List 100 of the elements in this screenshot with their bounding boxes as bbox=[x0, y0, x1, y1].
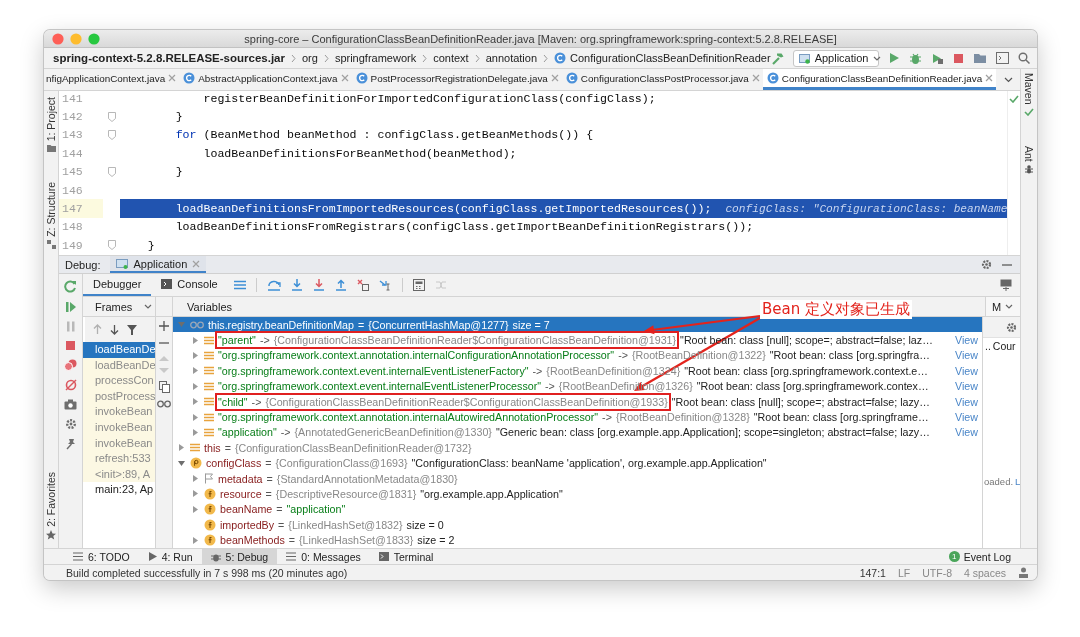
view-link[interactable]: View bbox=[951, 349, 978, 362]
tool-window-tab[interactable]: Ant bbox=[1023, 145, 1035, 162]
tool-window-tab[interactable]: Terminal bbox=[369, 549, 443, 564]
editor-tab[interactable]: nfigApplicationContext.java bbox=[44, 69, 180, 90]
run-to-cursor-icon[interactable] bbox=[378, 279, 392, 291]
expand-arrow-icon[interactable] bbox=[190, 427, 200, 437]
tool-window-tab[interactable]: Z: Structure bbox=[45, 182, 57, 238]
search-icon[interactable] bbox=[1017, 52, 1030, 64]
link[interactable]: L bbox=[1015, 476, 1020, 487]
tool-window-tab[interactable]: 0: Messages bbox=[277, 549, 370, 564]
breadcrumb[interactable]: ConfigurationClassBeanDefinitionReader bbox=[554, 52, 771, 64]
filter-icon[interactable] bbox=[127, 324, 137, 335]
variable-row[interactable]: importedBy = {LinkedHashSet@1832} size = 0 bbox=[173, 517, 982, 533]
settings-icon[interactable] bbox=[64, 418, 77, 430]
caret-icon[interactable] bbox=[1005, 304, 1014, 309]
breadcrumb[interactable]: context bbox=[433, 52, 469, 64]
expand-arrow-icon[interactable] bbox=[176, 443, 186, 453]
frame-item[interactable]: loadBeanDe bbox=[83, 342, 155, 358]
tool-window-tab[interactable]: 4: Run bbox=[138, 549, 202, 564]
hammer-icon[interactable] bbox=[770, 51, 784, 65]
frame-item[interactable]: main:23, Ap bbox=[83, 482, 155, 498]
tool-window-tab[interactable]: Event Log bbox=[963, 550, 1011, 563]
trace-icon[interactable] bbox=[434, 279, 447, 291]
editor-tab[interactable]: ConfigurationClassPostProcessor.java bbox=[561, 69, 763, 90]
variable-row[interactable]: beanMethods = {LinkedHashSet@1833} size = 2 bbox=[173, 532, 982, 548]
expand-arrow-icon[interactable] bbox=[190, 350, 200, 360]
view-link[interactable]: View bbox=[951, 334, 978, 347]
pause-icon[interactable] bbox=[65, 321, 76, 332]
calculator-icon[interactable] bbox=[412, 279, 425, 291]
collapse-arrow-icon[interactable] bbox=[176, 458, 186, 468]
variable-row[interactable]: "application" -> {AnnotatedGenericBeanDefinition@1330} "Generic bean: class [org.example.app.Application]; scope=singleton; abstract=false; lazy… View bbox=[173, 424, 982, 441]
stop-icon[interactable] bbox=[65, 340, 76, 351]
down-arrow-icon[interactable] bbox=[110, 324, 119, 335]
pin-icon[interactable] bbox=[65, 438, 76, 450]
breadcrumb[interactable]: annotation bbox=[485, 52, 538, 64]
chevron-down-icon[interactable] bbox=[1004, 76, 1014, 83]
up-arrow-icon[interactable] bbox=[93, 324, 102, 335]
tool-window-tab[interactable]: 2: Favorites bbox=[45, 472, 57, 527]
close-icon[interactable] bbox=[192, 259, 201, 268]
force-step-into-icon[interactable] bbox=[312, 279, 325, 291]
view-link[interactable]: View bbox=[951, 426, 978, 439]
maximize-button[interactable] bbox=[88, 33, 100, 45]
editor-tab[interactable]: AbstractApplicationContext.java bbox=[179, 69, 352, 90]
minimize-icon[interactable] bbox=[1002, 263, 1012, 266]
stop-icon[interactable] bbox=[952, 52, 964, 64]
view-tab[interactable]: Console bbox=[151, 274, 228, 296]
session-tab[interactable]: Application bbox=[110, 256, 207, 273]
add-icon[interactable] bbox=[159, 321, 169, 331]
bug-icon[interactable] bbox=[908, 51, 922, 65]
variable-row[interactable]: beanName = "application" bbox=[173, 501, 982, 518]
close-icon[interactable] bbox=[168, 74, 177, 82]
view-link[interactable]: View bbox=[951, 364, 978, 377]
expand-arrow-icon[interactable] bbox=[190, 381, 200, 391]
menu-icon[interactable] bbox=[233, 280, 246, 290]
view-link[interactable]: View bbox=[951, 380, 978, 393]
rerun-icon[interactable] bbox=[64, 280, 77, 293]
fold-marker-icon[interactable] bbox=[107, 129, 116, 140]
expand-arrow-icon[interactable] bbox=[190, 474, 200, 484]
breadcrumb[interactable]: springframework bbox=[334, 52, 417, 64]
tool-window-tab[interactable]: 5: Debug bbox=[201, 549, 278, 564]
settings-icon[interactable] bbox=[981, 259, 992, 270]
tool-window-tab[interactable]: Maven bbox=[1023, 73, 1035, 105]
settings-icon[interactable] bbox=[1006, 321, 1017, 333]
editor-tab[interactable]: ConfigurationClassBeanDefinitionReader.java bbox=[762, 69, 997, 90]
view-link[interactable]: View bbox=[951, 395, 978, 408]
variable-row[interactable]: this = {ConfigurationClassBeanDefinitionReader@1732} bbox=[173, 440, 982, 456]
expand-arrow-icon[interactable] bbox=[190, 535, 200, 545]
expand-arrow-icon[interactable] bbox=[190, 412, 200, 422]
copy-icon[interactable] bbox=[158, 381, 170, 393]
tool-window-tab[interactable]: 1: Project bbox=[45, 97, 57, 142]
close-icon[interactable] bbox=[340, 74, 349, 82]
move-down-icon[interactable] bbox=[159, 368, 169, 374]
breadcrumb[interactable]: spring-context-5.2.8.RELEASE-sources.jar bbox=[53, 52, 285, 64]
step-out-icon[interactable] bbox=[334, 279, 347, 291]
breakpoints-icon[interactable] bbox=[64, 359, 77, 371]
step-into-icon[interactable] bbox=[290, 279, 303, 291]
coverage-icon[interactable] bbox=[930, 51, 944, 65]
variable-row[interactable]: "org.springframework.context.annotation.internalAutowiredAnnotationProcessor" -> {RootBeanDefinition@1328} "Root bean: class [org.springframe… View bbox=[173, 409, 982, 425]
window-icon[interactable] bbox=[995, 52, 1009, 64]
caret-icon[interactable] bbox=[144, 304, 153, 309]
close-icon[interactable] bbox=[550, 74, 559, 82]
camera-icon[interactable] bbox=[64, 399, 77, 410]
layout-icon[interactable] bbox=[1000, 279, 1012, 291]
tool-window-tab[interactable]: 6: TODO bbox=[64, 549, 139, 564]
variable-row[interactable]: configClass = {ConfigurationClass@1693} "ConfigurationClass: beanName 'application', org.example.app.Application" bbox=[173, 455, 982, 471]
close-icon[interactable] bbox=[751, 74, 760, 82]
expand-arrow-icon[interactable] bbox=[190, 489, 200, 499]
run-configuration-dropdown[interactable]: Application bbox=[792, 49, 879, 67]
close-button[interactable] bbox=[52, 33, 64, 45]
step-over-icon[interactable] bbox=[266, 279, 281, 291]
expand-arrow-icon[interactable] bbox=[190, 397, 200, 407]
view-tab[interactable]: Debugger bbox=[83, 274, 152, 296]
caret-icon[interactable] bbox=[873, 55, 882, 61]
status-item[interactable]: 147:1 bbox=[859, 566, 886, 579]
fold-marker-icon[interactable] bbox=[107, 240, 116, 251]
variable-row[interactable]: "child" -> {ConfigurationClassBeanDefinitionReader$ConfigurationClassBeanDefinition@1933} "Root bean: class [null]; scope=; abstract=false; lazy… View bbox=[173, 393, 982, 410]
fold-marker-icon[interactable] bbox=[107, 111, 116, 122]
breadcrumb[interactable]: org bbox=[302, 52, 318, 64]
variable-row[interactable]: metadata = {StandardAnnotationMetadata@1830} bbox=[173, 470, 982, 487]
variable-row[interactable]: resource = {DescriptiveResource@1831} "org.example.app.Application" bbox=[173, 486, 982, 502]
